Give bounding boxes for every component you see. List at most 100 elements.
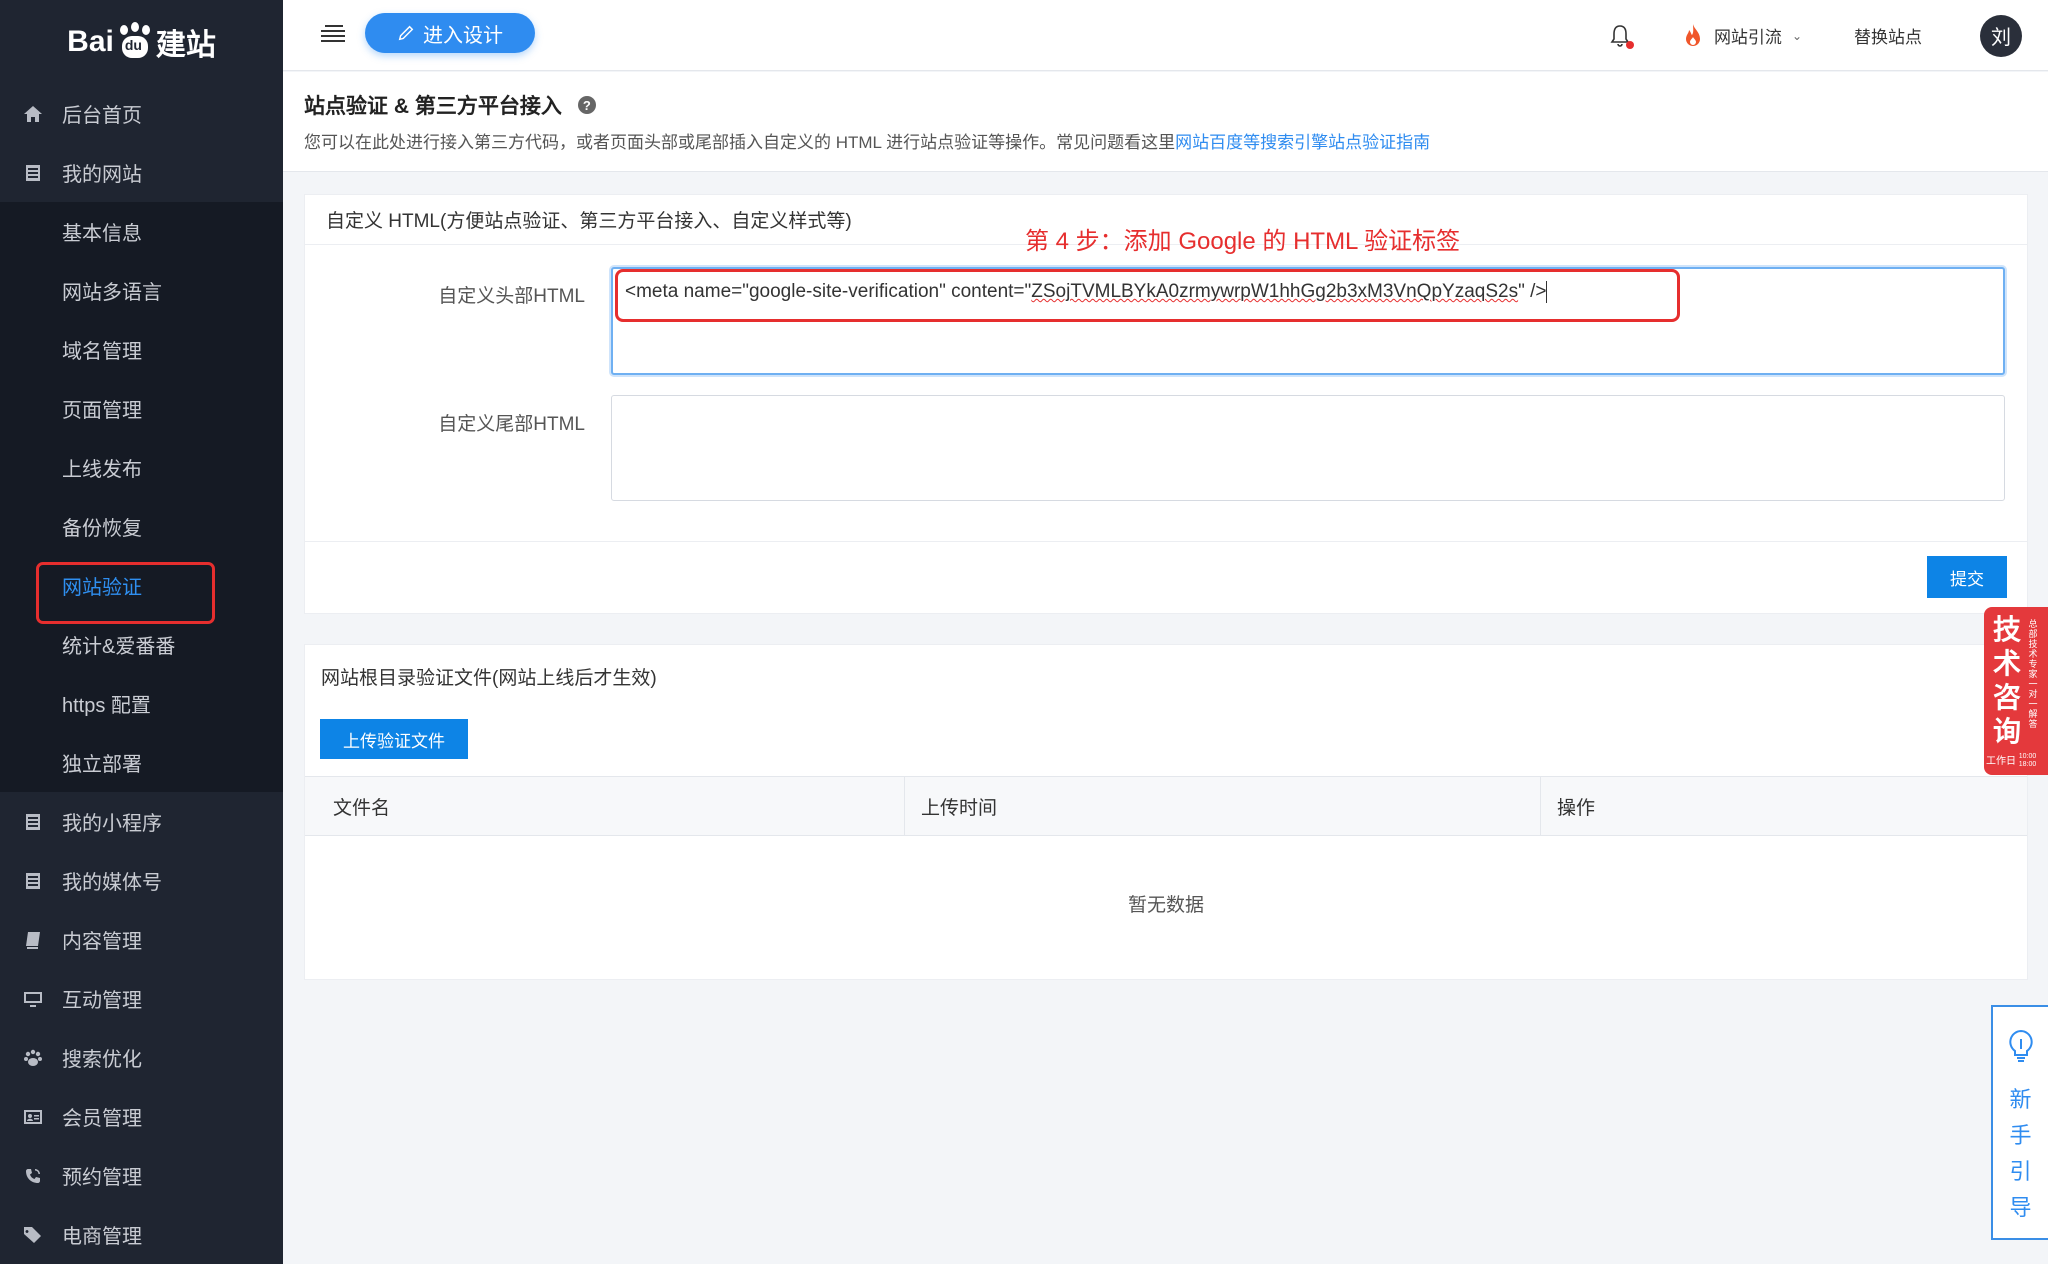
tech-consult-subtitle: 总部技术专家一对一解答	[2028, 619, 2038, 729]
monitor-icon	[22, 988, 44, 1010]
column-upload-time: 上传时间	[905, 777, 1541, 835]
nav-item-label: 我的小程序	[62, 813, 162, 835]
nav-item-interaction[interactable]: 互动管理	[0, 969, 283, 1028]
sidebar-item-multilingual[interactable]: 网站多语言	[0, 261, 283, 320]
page-head: 站点验证 & 第三方平台接入 ? 您可以在此处进行接入第三方代码，或者页面头部或…	[283, 72, 2048, 172]
foot-html-label: 自定义尾部HTML	[438, 414, 585, 435]
guide-char: 引	[2009, 1159, 2032, 1184]
my-website-submenu: 基本信息 网站多语言 域名管理 页面管理 上线发布 备份恢复 网站验证 统计&爱…	[0, 202, 283, 792]
help-icon[interactable]: ?	[577, 96, 596, 114]
sidebar-item-analytics[interactable]: 统计&爱番番	[0, 615, 283, 674]
bell-icon[interactable]	[1608, 23, 1634, 49]
nav-item-label: 内容管理	[62, 931, 142, 953]
id-card-icon	[22, 1106, 44, 1128]
nav-item-label: 会员管理	[62, 1108, 142, 1130]
foot-html-textarea[interactable]	[611, 395, 2005, 501]
sub-item-label: 基本信息	[62, 223, 142, 245]
fire-icon	[1685, 23, 1700, 46]
logo-text-right: 建站	[155, 29, 216, 62]
sub-item-label: 网站验证	[62, 577, 142, 599]
lightbulb-icon	[2009, 1029, 2033, 1062]
logo-paw-text: du	[124, 37, 142, 53]
sidebar-item-publish[interactable]: 上线发布	[0, 438, 283, 497]
sidebar-item-pages[interactable]: 页面管理	[0, 379, 283, 438]
tech-consult-days: 工作日	[1986, 755, 2016, 767]
list-icon	[22, 870, 44, 892]
tech-consult-footer: 工作日 10:00 18:00	[1986, 752, 2043, 769]
sub-item-label: 备份恢复	[62, 518, 142, 540]
verification-guide-link[interactable]: 网站百度等搜索引擎站点验证指南	[1175, 133, 1430, 152]
nav-item-seo[interactable]: 搜索优化	[0, 1028, 283, 1087]
avatar[interactable]: 刘	[1980, 14, 2022, 57]
traffic-label: 网站引流	[1713, 28, 1782, 47]
sidebar-item-https[interactable]: https 配置	[0, 674, 283, 733]
sidebar-item-domain[interactable]: 域名管理	[0, 320, 283, 379]
sub-item-label: 上线发布	[62, 459, 142, 481]
verify-files-card: 网站根目录验证文件(网站上线后才生效) 上传验证文件 文件名 上传时间 操作 暂…	[304, 644, 2028, 980]
sub-item-label: 页面管理	[62, 400, 142, 422]
tech-consult-widget[interactable]: 技 术 咨 询 总部技术专家一对一解答 工作日 10:00 18:00	[1984, 607, 2048, 775]
sidebar-item-basic-info[interactable]: 基本信息	[0, 202, 283, 261]
logo-text-left: Bai	[67, 25, 114, 58]
menu-toggle-icon[interactable]	[321, 22, 345, 44]
sidebar-item-backup[interactable]: 备份恢复	[0, 497, 283, 556]
sub-item-label: 独立部署	[62, 754, 142, 776]
switch-site-link[interactable]: 替换站点	[1854, 23, 1922, 48]
nav-item-label: 预约管理	[62, 1167, 142, 1189]
list-icon	[22, 811, 44, 833]
phone-icon	[22, 1165, 44, 1187]
traffic-dropdown[interactable]: 网站引流 ⌄	[1682, 23, 1802, 49]
tech-char: 咨	[1992, 682, 2021, 713]
nav-item-label: 后台首页	[62, 105, 142, 127]
nav-item-my-website[interactable]: 我的网站	[0, 143, 283, 202]
tech-consult-hours: 10:00 18:00	[2018, 753, 2037, 768]
page-description: 您可以在此处进行接入第三方代码，或者页面头部或尾部插入自定义的 HTML 进行站…	[304, 128, 2048, 153]
nav-item-dashboard[interactable]: 后台首页	[0, 84, 283, 143]
page-title-text: 站点验证 & 第三方平台接入	[304, 95, 562, 118]
submit-button[interactable]: 提交	[1927, 556, 2007, 598]
sidebar-item-site-verification[interactable]: 网站验证	[0, 556, 283, 624]
enter-design-button[interactable]: 进入设计	[365, 13, 535, 53]
sub-item-label: https 配置	[62, 695, 151, 717]
baidu-jianzhan-logo[interactable]: Bai du 建站	[0, 0, 283, 84]
notification-dot	[1625, 40, 1634, 49]
nav-item-content[interactable]: 内容管理	[0, 910, 283, 969]
nav-item-members[interactable]: 会员管理	[0, 1087, 283, 1146]
tech-char: 技	[1992, 614, 2021, 645]
column-filename: 文件名	[305, 777, 905, 835]
head-html-label: 自定义头部HTML	[438, 286, 585, 307]
nav-item-mini-program[interactable]: 我的小程序	[0, 792, 283, 851]
tech-consult-title: 技 术 咨 询	[1990, 613, 2024, 749]
table-header: 文件名 上传时间 操作	[305, 776, 2027, 836]
nav-item-booking[interactable]: 预约管理	[0, 1146, 283, 1205]
sub-item-label: 统计&爱番番	[62, 636, 176, 658]
nav-item-label: 搜索优化	[62, 1049, 142, 1071]
newbie-guide-widget[interactable]: 新 手 引 导	[1991, 1005, 2048, 1240]
custom-html-footer: 提交	[305, 541, 2027, 613]
nav-item-media[interactable]: 我的媒体号	[0, 851, 283, 910]
paw-icon	[22, 1047, 44, 1069]
book-icon	[22, 929, 44, 951]
tech-char: 术	[1992, 648, 2021, 679]
custom-html-card: 自定义 HTML(方便站点验证、第三方平台接入、自定义样式等) 第 4 步：添加…	[304, 194, 2028, 614]
empty-state: 暂无数据	[1127, 895, 1204, 916]
list-icon	[22, 162, 44, 184]
guide-char: 导	[2009, 1195, 2032, 1220]
tech-char: 询	[1992, 716, 2021, 747]
pencil-icon	[398, 25, 414, 41]
enter-design-label: 进入设计	[423, 24, 503, 47]
tags-icon	[22, 1224, 44, 1246]
top-header: 进入设计 网站引流 ⌄ 替换站点 刘	[283, 0, 2048, 71]
logo-paw-icon: du	[116, 22, 154, 59]
step-annotation: 第 4 步：添加 Google 的 HTML 验证标签	[1025, 228, 1461, 255]
sidebar-item-standalone[interactable]: 独立部署	[0, 733, 283, 792]
guide-char: 手	[2009, 1123, 2032, 1148]
nav-item-ecommerce[interactable]: 电商管理	[0, 1205, 283, 1264]
chevron-down-icon: ⌄	[1791, 28, 1802, 43]
guide-char: 新	[2009, 1087, 2032, 1112]
nav-item-label: 我的媒体号	[62, 872, 162, 894]
nav-item-label: 互动管理	[62, 990, 142, 1012]
verify-files-title: 网站根目录验证文件(网站上线后才生效)	[321, 668, 657, 689]
upload-verify-file-button[interactable]: 上传验证文件	[320, 719, 468, 759]
sidebar: Bai du 建站 后台首页 我的网站 基本信息 网站多语言 域名管理 页面管理…	[0, 0, 283, 1264]
